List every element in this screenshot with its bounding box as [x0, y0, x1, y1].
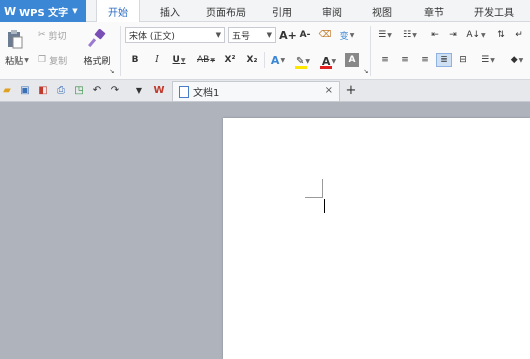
customize-toolbar-icon[interactable]: ▼ [132, 83, 146, 97]
numbered-list-icon: ☷ [403, 30, 412, 40]
align-right-icon[interactable]: ≡ [418, 53, 432, 67]
font-name-select[interactable]: 宋体 (正文) ▼ [125, 27, 225, 43]
tab-developer[interactable]: 开发工具 [464, 0, 524, 22]
paste-icon[interactable] [6, 28, 24, 50]
margin-corner-mark [322, 179, 323, 197]
undo-icon[interactable]: ↶ [90, 83, 104, 97]
increase-indent-icon[interactable]: ⇥ [446, 28, 460, 42]
highlight-button[interactable]: ✎ ▼ [293, 53, 313, 69]
line-spacing-icon: ☰ [481, 55, 490, 65]
document-tab[interactable]: 文档1 × [172, 81, 340, 101]
show-marks-icon[interactable]: ↵ [512, 28, 526, 42]
italic-button[interactable]: I [151, 53, 163, 67]
subscript-button[interactable]: X₂ [244, 53, 260, 67]
font-size-value: 五号 [232, 31, 251, 42]
distributed-align-icon[interactable]: ⊟ [456, 53, 470, 67]
ribbon-home: 粘贴 ▼ ✂ 剪切 ❐ 复制 格式刷 ↘ 宋体 (正文) ▼ 五号 ▼ A+ A-… [0, 22, 530, 80]
clear-format-icon[interactable]: ⌫ [318, 27, 332, 43]
text-effect-icon: A [270, 53, 280, 67]
open-folder-icon[interactable]: ▰ [0, 83, 14, 97]
export-pdf-icon[interactable]: ◧ [36, 83, 50, 97]
chevron-down-icon: ▼ [266, 31, 272, 39]
tab-view[interactable]: 视图 [362, 0, 402, 22]
document-icon [179, 85, 189, 98]
app-menu-button[interactable]: W WPS 文字 ▼ [0, 0, 86, 22]
margin-corner-mark [305, 197, 323, 198]
highlight-color-bar [295, 66, 307, 69]
close-tab-icon[interactable]: × [325, 85, 333, 96]
highlighter-icon: ✎ [295, 55, 305, 67]
copy-button[interactable]: ❐ 复制 [38, 53, 76, 67]
justify-icon[interactable]: ≣ [436, 53, 452, 67]
font-color-bar [320, 66, 332, 69]
phonetic-guide-icon: 变 [339, 31, 349, 42]
strikethrough-icon: AB [197, 55, 210, 65]
copy-label: 复制 [49, 56, 68, 67]
copy-icon: ❐ [38, 55, 47, 65]
font-color-button[interactable]: A ▼ [318, 53, 340, 69]
char-shading-button[interactable]: A [345, 53, 359, 67]
tab-chapter[interactable]: 章节 [414, 0, 454, 22]
scissors-icon: ✂ [38, 30, 46, 40]
phonetic-guide-button[interactable]: 变 ▼ [338, 27, 356, 43]
text-cursor [324, 199, 325, 213]
paste-button[interactable]: 粘贴 ▼ [2, 54, 32, 67]
font-name-value: 宋体 (正文) [129, 31, 175, 42]
document-page[interactable] [223, 118, 530, 359]
paste-label: 粘贴 [5, 56, 24, 67]
decrease-indent-icon[interactable]: ⇤ [428, 28, 442, 42]
brush-icon[interactable] [88, 28, 106, 50]
redo-icon[interactable]: ↷ [108, 83, 122, 97]
font-dialog-launcher-icon[interactable]: ↘ [362, 67, 370, 75]
new-tab-button[interactable]: + [344, 83, 358, 98]
align-left-icon[interactable]: ≡ [378, 53, 392, 67]
line-spacing-button[interactable]: ☰ ▼ [478, 53, 498, 67]
font-size-select[interactable]: 五号 ▼ [228, 27, 276, 43]
bullet-list-icon: ☰ [378, 30, 387, 40]
shading-button[interactable]: ◆ ▼ [506, 53, 528, 67]
grow-font-icon: A+ [279, 28, 297, 42]
sort-icon: A↓ [466, 30, 481, 40]
format-painter-button[interactable]: 格式刷 [80, 53, 114, 67]
bold-button[interactable]: B [129, 53, 141, 67]
divider [120, 26, 121, 76]
sort-button[interactable]: A↓ ▼ [466, 28, 486, 42]
numbered-list-button[interactable]: ☷ ▼ [400, 28, 420, 42]
print-icon[interactable]: ⎙ [54, 83, 68, 97]
tab-home[interactable]: 开始 [96, 0, 140, 23]
tab-references[interactable]: 引用 [262, 0, 302, 22]
app-menu-label: WPS 文字 [19, 7, 69, 19]
underline-button[interactable]: U ▼ [171, 53, 187, 67]
wps-home-icon[interactable]: W [152, 83, 166, 97]
underline-icon: U [172, 55, 180, 65]
align-center-icon[interactable]: ≡ [398, 53, 412, 67]
tab-page-layout[interactable]: 页面布局 [196, 0, 256, 22]
cut-label: 剪切 [48, 31, 67, 42]
superscript-button[interactable]: X² [222, 53, 238, 67]
tab-insert[interactable]: 插入 [150, 0, 190, 22]
tab-review[interactable]: 审阅 [312, 0, 352, 22]
chevron-down-icon: ▼ [72, 7, 78, 15]
print-preview-icon[interactable]: ◳ [72, 83, 86, 97]
strikethrough-button[interactable]: AB ▼ [195, 53, 217, 67]
shrink-font-icon: A- [299, 30, 311, 40]
document-tab-title: 文档1 [193, 88, 220, 99]
wps-logo-icon: W [4, 4, 17, 18]
shrink-font-button[interactable]: A- [298, 27, 312, 43]
divider [370, 26, 371, 76]
paint-bucket-icon: ◆ [510, 55, 518, 65]
cut-button[interactable]: ✂ 剪切 [38, 28, 76, 42]
chinese-layout-icon[interactable]: ⇅ [494, 28, 508, 42]
grow-font-button[interactable]: A+ [279, 27, 297, 43]
bullet-list-button[interactable]: ☰ ▼ [375, 28, 395, 42]
divider [264, 52, 265, 68]
clipboard-dialog-launcher-icon[interactable]: ↘ [108, 67, 116, 75]
text-effect-button[interactable]: A ▼ [268, 53, 288, 67]
menu-bar: W WPS 文字 ▼ 开始 插入 页面布局 引用 审阅 视图 章节 开发工具 [0, 0, 530, 23]
save-icon[interactable]: ▣ [18, 83, 32, 97]
chevron-down-icon: ▼ [215, 31, 221, 39]
